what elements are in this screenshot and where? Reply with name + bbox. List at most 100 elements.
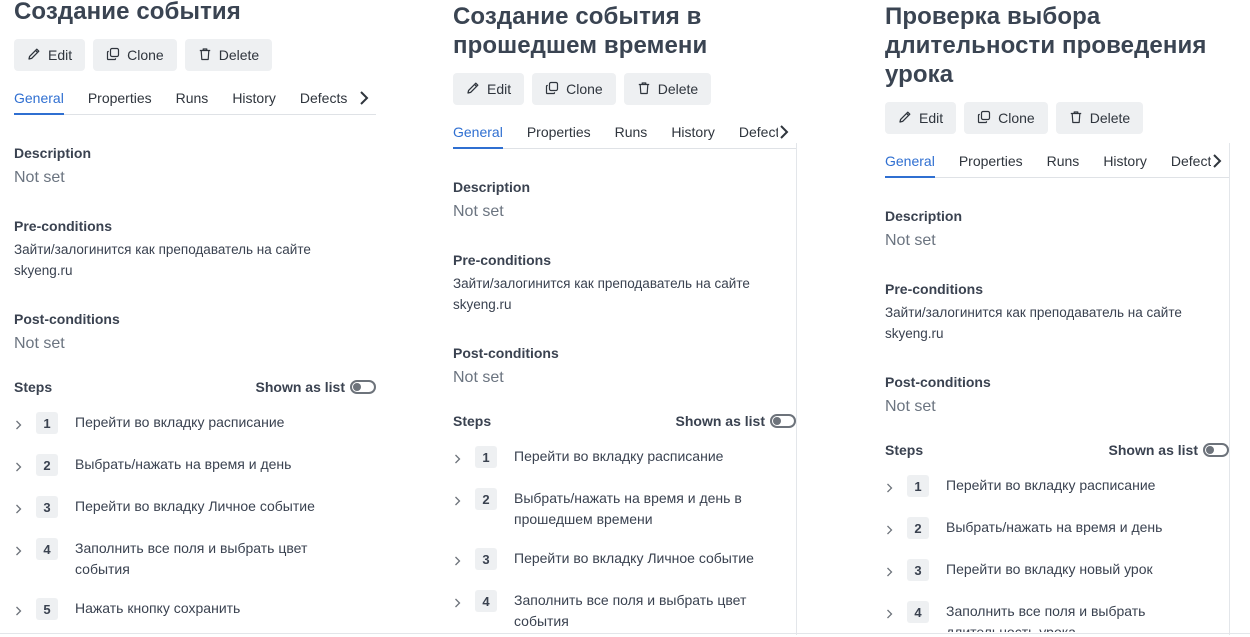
postconditions-value: Not set xyxy=(453,369,504,386)
chevron-right-icon xyxy=(1211,154,1223,173)
tab-runs[interactable]: Runs xyxy=(615,124,648,148)
step-expand-button[interactable] xyxy=(15,412,27,435)
description-section: Description Not set xyxy=(885,207,1229,251)
postconditions-section: Post-conditions Not set xyxy=(453,344,796,388)
step-row-5[interactable]: 5 Нажать кнопку сохранить xyxy=(14,598,376,632)
shown-as-list-toggle[interactable] xyxy=(770,414,796,428)
step-expand-button[interactable] xyxy=(454,590,466,613)
steps-list: 1 Перейти во вкладку расписание 2 Выбрат… xyxy=(885,475,1229,632)
preconditions-section: Pre-conditions Зайти/залогинится как пре… xyxy=(14,217,376,281)
postconditions-label: Post-conditions xyxy=(14,311,120,327)
step-number: 3 xyxy=(907,559,929,581)
postconditions-label: Post-conditions xyxy=(453,345,559,361)
step-row-3[interactable]: 3 Перейти во вкладку Личное событие xyxy=(453,548,796,590)
clone-button[interactable]: Clone xyxy=(964,102,1048,134)
step-number: 4 xyxy=(36,538,58,560)
tab-history[interactable]: History xyxy=(1103,153,1147,177)
shown-as-list-toggle[interactable] xyxy=(1203,443,1229,457)
delete-button[interactable]: Delete xyxy=(184,39,273,71)
clone-button-label: Clone xyxy=(127,47,164,63)
step-row-3[interactable]: 3 Перейти во вкладку Личное событие xyxy=(14,496,376,538)
tab-general[interactable]: General xyxy=(453,124,503,149)
step-text: Перейти во вкладку расписание xyxy=(946,477,1156,493)
step-row-2[interactable]: 2 Выбрать/нажать на время и день в проше… xyxy=(453,488,796,548)
tab-properties[interactable]: Properties xyxy=(527,124,591,148)
tab-history[interactable]: History xyxy=(232,90,276,114)
step-row-1[interactable]: 1 Перейти во вкладку расписание xyxy=(453,446,796,488)
tab-general[interactable]: General xyxy=(885,153,935,178)
tab-properties[interactable]: Properties xyxy=(88,90,152,114)
copy-icon xyxy=(977,110,991,127)
test-case-title: Создание события xyxy=(14,0,241,25)
step-row-2[interactable]: 2 Выбрать/нажать на время и день xyxy=(885,517,1229,559)
chevron-right-icon xyxy=(886,564,893,581)
description-section: Description Not set xyxy=(453,178,796,222)
tabs-scroll-right-button[interactable] xyxy=(1211,153,1223,169)
step-row-1[interactable]: 1 Перейти во вкладку расписание xyxy=(885,475,1229,517)
toggle-knob xyxy=(1206,446,1214,454)
trash-icon xyxy=(1069,110,1083,127)
preconditions-label: Pre-conditions xyxy=(14,218,113,234)
tab-defects[interactable]: Defects xyxy=(300,90,348,114)
step-text: Выбрать/нажать на время и день xyxy=(946,519,1163,535)
step-row-4[interactable]: 4 Заполнить все поля и выбрать цвет собы… xyxy=(453,590,796,632)
step-expand-button[interactable] xyxy=(15,538,27,561)
shown-as-list-control: Shown as list xyxy=(1109,442,1229,458)
preconditions-label: Pre-conditions xyxy=(885,281,984,297)
step-expand-button[interactable] xyxy=(454,446,466,469)
step-text: Нажать кнопку сохранить xyxy=(75,600,241,616)
step-text: Перейти во вкладку Личное событие xyxy=(75,498,315,514)
tab-general[interactable]: General xyxy=(14,90,64,115)
edit-button[interactable]: Edit xyxy=(453,73,525,105)
step-row-2[interactable]: 2 Выбрать/нажать на время и день xyxy=(14,454,376,496)
delete-button-label: Delete xyxy=(1089,110,1131,126)
step-expand-button[interactable] xyxy=(886,475,898,498)
step-row-1[interactable]: 1 Перейти во вкладку расписание xyxy=(14,412,376,454)
step-expand-button[interactable] xyxy=(454,488,466,511)
postconditions-section: Post-conditions Not set xyxy=(14,310,376,354)
preconditions-label: Pre-conditions xyxy=(453,252,552,268)
steps-list: 1 Перейти во вкладку расписание 2 Выбрат… xyxy=(14,412,376,632)
description-label: Description xyxy=(885,208,963,224)
step-expand-button[interactable] xyxy=(15,598,27,621)
step-expand-button[interactable] xyxy=(15,496,27,519)
step-number: 3 xyxy=(475,548,497,570)
step-expand-button[interactable] xyxy=(886,517,898,540)
tab-history[interactable]: History xyxy=(671,124,715,148)
step-row-3[interactable]: 3 Перейти во вкладку новый урок xyxy=(885,559,1229,601)
action-bar: Edit Clone Delete xyxy=(453,73,796,105)
description-value: Not set xyxy=(453,203,504,220)
copy-icon xyxy=(106,47,120,64)
tabs-scroll-right-button[interactable] xyxy=(358,90,370,106)
edit-button[interactable]: Edit xyxy=(14,39,86,71)
copy-icon xyxy=(545,81,559,98)
description-value: Not set xyxy=(885,232,936,249)
clone-button[interactable]: Clone xyxy=(532,73,616,105)
step-expand-button[interactable] xyxy=(886,601,898,624)
edit-button[interactable]: Edit xyxy=(885,102,957,134)
tab-properties[interactable]: Properties xyxy=(959,153,1023,177)
shown-as-list-toggle[interactable] xyxy=(350,380,376,394)
clone-button[interactable]: Clone xyxy=(93,39,177,71)
step-number: 2 xyxy=(907,517,929,539)
edit-button-label: Edit xyxy=(919,110,944,126)
step-row-4[interactable]: 4 Заполнить все поля и выбрать длительно… xyxy=(885,601,1229,632)
toggle-knob xyxy=(353,383,361,391)
delete-button[interactable]: Delete xyxy=(623,73,712,105)
tab-runs[interactable]: Runs xyxy=(176,90,209,114)
postconditions-value: Not set xyxy=(885,398,936,415)
step-expand-button[interactable] xyxy=(15,454,27,477)
description-label: Description xyxy=(14,145,92,161)
chevron-right-icon xyxy=(778,125,790,144)
delete-button[interactable]: Delete xyxy=(1055,102,1144,134)
test-case-panel-3: Проверка выбора длительности проведения … xyxy=(885,0,1229,632)
step-expand-button[interactable] xyxy=(886,559,898,582)
tabs-scroll-right-button[interactable] xyxy=(778,124,790,140)
preconditions-section: Pre-conditions Зайти/залогинится как пре… xyxy=(885,280,1229,344)
description-label: Description xyxy=(453,179,531,195)
steps-header: Steps Shown as list xyxy=(453,411,796,431)
tab-runs[interactable]: Runs xyxy=(1047,153,1080,177)
step-row-4[interactable]: 4 Заполнить все поля и выбрать цвет собы… xyxy=(14,538,376,598)
step-expand-button[interactable] xyxy=(454,548,466,571)
step-number: 4 xyxy=(907,601,929,623)
